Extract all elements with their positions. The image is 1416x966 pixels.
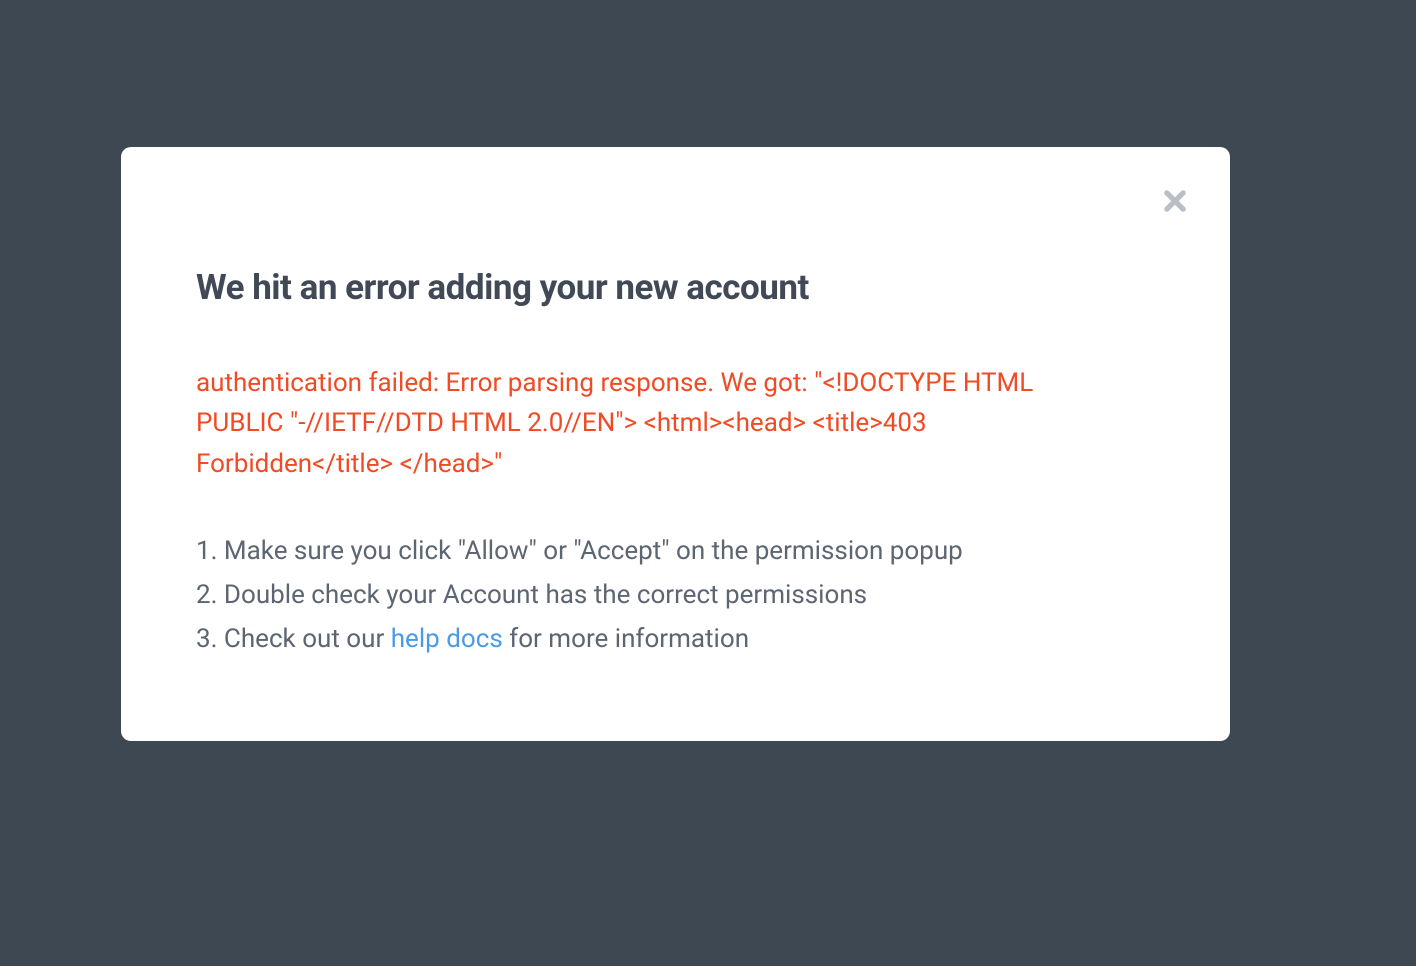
close-icon: [1161, 187, 1189, 218]
instruction-text-after: for more information: [503, 624, 749, 654]
instruction-prefix: 1.: [196, 536, 224, 566]
instruction-text: Make sure you click "Allow" or "Accept" …: [224, 536, 963, 566]
error-modal: We hit an error adding your new account …: [121, 147, 1230, 741]
instruction-text-before: Check out our: [224, 624, 391, 654]
error-message: authentication failed: Error parsing res…: [196, 363, 1116, 484]
instruction-item: 2. Double check your Account has the cor…: [196, 573, 1155, 617]
instruction-item: 3. Check out our help docs for more info…: [196, 617, 1155, 661]
instructions-list: 1. Make sure you click "Allow" or "Accep…: [196, 529, 1155, 662]
instruction-text: Double check your Account has the correc…: [224, 580, 867, 610]
modal-title: We hit an error adding your new account: [196, 267, 1155, 308]
instruction-item: 1. Make sure you click "Allow" or "Accep…: [196, 529, 1155, 573]
instruction-prefix: 3.: [196, 624, 224, 654]
help-docs-link[interactable]: help docs: [391, 624, 503, 654]
close-button[interactable]: [1155, 182, 1195, 222]
instruction-prefix: 2.: [196, 580, 224, 610]
